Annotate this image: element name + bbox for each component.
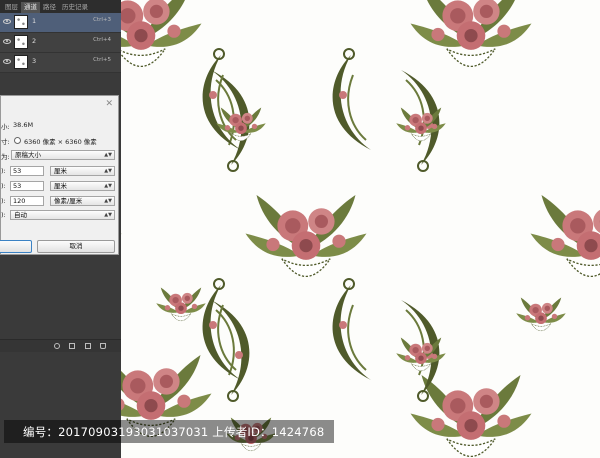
watermark-text: 编号：20170903193031037031 上传者ID：1424768	[23, 425, 325, 439]
tab-channels[interactable]: 通道	[21, 2, 40, 13]
resample-value: 自动	[14, 211, 27, 219]
leaf-scroll	[201, 48, 242, 151]
leaf-scroll	[210, 299, 251, 402]
resolution-label: ):	[1, 197, 6, 205]
new-channel-icon[interactable]	[85, 343, 91, 349]
eye-icon[interactable]	[3, 39, 11, 44]
channel-name: 3	[32, 57, 37, 65]
height-label: ):	[1, 182, 6, 190]
size-label: 小:	[1, 123, 10, 131]
flower-bouquet	[409, 0, 533, 68]
resolution-input[interactable]: 120	[10, 196, 44, 206]
flower-bouquet	[244, 194, 368, 278]
leaf-scroll	[331, 278, 372, 381]
flower-bouquet	[121, 0, 203, 68]
resample-label: ):	[1, 211, 6, 219]
channel-thumbnail	[14, 55, 28, 69]
photoshop-panel: 图层 通道 路径 历史记录 1 Ctrl+3 2 Ctrl+4 3 Ctrl+5…	[0, 0, 121, 458]
ok-button[interactable]	[0, 240, 32, 253]
channel-name: 2	[32, 37, 37, 45]
resample-select[interactable]: 自动 ▲▼	[10, 210, 115, 220]
channel-row-3[interactable]: 3 Ctrl+5	[0, 53, 121, 73]
eye-icon[interactable]	[3, 19, 11, 24]
channel-shortcut: Ctrl+4	[93, 37, 111, 43]
channel-name: 1	[32, 17, 37, 25]
fit-to-select[interactable]: 原稿大小 ▲▼	[11, 150, 115, 160]
size-value: 38.6M	[13, 121, 34, 129]
trash-icon[interactable]	[100, 343, 106, 349]
channel-thumbnail	[14, 15, 28, 29]
chevron-down-icon: ▲▼	[104, 168, 112, 174]
damask-pattern	[121, 0, 600, 458]
fit-to-value: 原稿大小	[15, 151, 41, 159]
channel-shortcut: Ctrl+5	[93, 57, 111, 63]
canvas-image	[121, 0, 600, 458]
panel-tabs: 图层 通道 路径 历史记录	[0, 0, 121, 13]
dims-value: 6360 像素 × 6360 像素	[24, 138, 97, 146]
dims-label: 寸:	[1, 138, 10, 146]
small-flower	[155, 287, 207, 322]
width-unit: 厘米	[54, 167, 67, 175]
save-selection-icon[interactable]	[69, 343, 75, 349]
flower-bouquet	[529, 194, 600, 278]
chevron-down-icon: ▲▼	[104, 152, 112, 158]
image-size-dialog: ✕ 小: 38.6M 寸: 6360 像素 × 6360 像素 为: 原稿大小 …	[0, 95, 119, 255]
load-selection-icon[interactable]	[54, 343, 60, 349]
channel-row-1[interactable]: 1 Ctrl+3	[0, 13, 121, 33]
resolution-unit-select[interactable]: 像素/厘米 ▲▼	[50, 196, 115, 206]
resolution-unit: 像素/厘米	[54, 197, 83, 205]
height-unit: 厘米	[54, 182, 67, 190]
channel-panel-toolbar	[0, 339, 121, 352]
tab-history[interactable]: 历史记录	[59, 2, 91, 13]
small-flower	[515, 297, 567, 332]
channel-shortcut: Ctrl+3	[93, 17, 111, 23]
chevron-down-icon: ▲▼	[104, 198, 112, 204]
fit-label: 为:	[1, 153, 10, 161]
width-label: ):	[1, 167, 6, 175]
screen: 图层 通道 路径 历史记录 1 Ctrl+3 2 Ctrl+4 3 Ctrl+5…	[0, 0, 600, 458]
leaf-scroll	[201, 278, 242, 381]
tab-layers[interactable]: 图层	[2, 2, 21, 13]
leaf-scroll	[331, 48, 372, 151]
channel-list: 1 Ctrl+3 2 Ctrl+4 3 Ctrl+5	[0, 13, 121, 73]
tab-paths[interactable]: 路径	[40, 2, 59, 13]
height-input[interactable]: 53	[10, 181, 44, 191]
chevron-down-icon: ▲▼	[104, 183, 112, 189]
cancel-button[interactable]: 取消	[37, 240, 115, 253]
width-unit-select[interactable]: 厘米 ▲▼	[50, 166, 115, 176]
height-unit-select[interactable]: 厘米 ▲▼	[50, 181, 115, 191]
width-input[interactable]: 53	[10, 166, 44, 176]
watermark: 编号：20170903193031037031 上传者ID：1424768	[0, 420, 600, 443]
panel-empty-area	[0, 73, 121, 95]
eye-icon[interactable]	[3, 59, 11, 64]
dimension-toggle-icon[interactable]	[14, 137, 21, 144]
flower-bouquet	[121, 194, 123, 278]
chevron-down-icon: ▲▼	[104, 212, 112, 218]
close-icon[interactable]: ✕	[105, 100, 113, 109]
channel-row-2[interactable]: 2 Ctrl+4	[0, 33, 121, 53]
channel-thumbnail	[14, 35, 28, 49]
flower-bouquet	[409, 374, 533, 458]
